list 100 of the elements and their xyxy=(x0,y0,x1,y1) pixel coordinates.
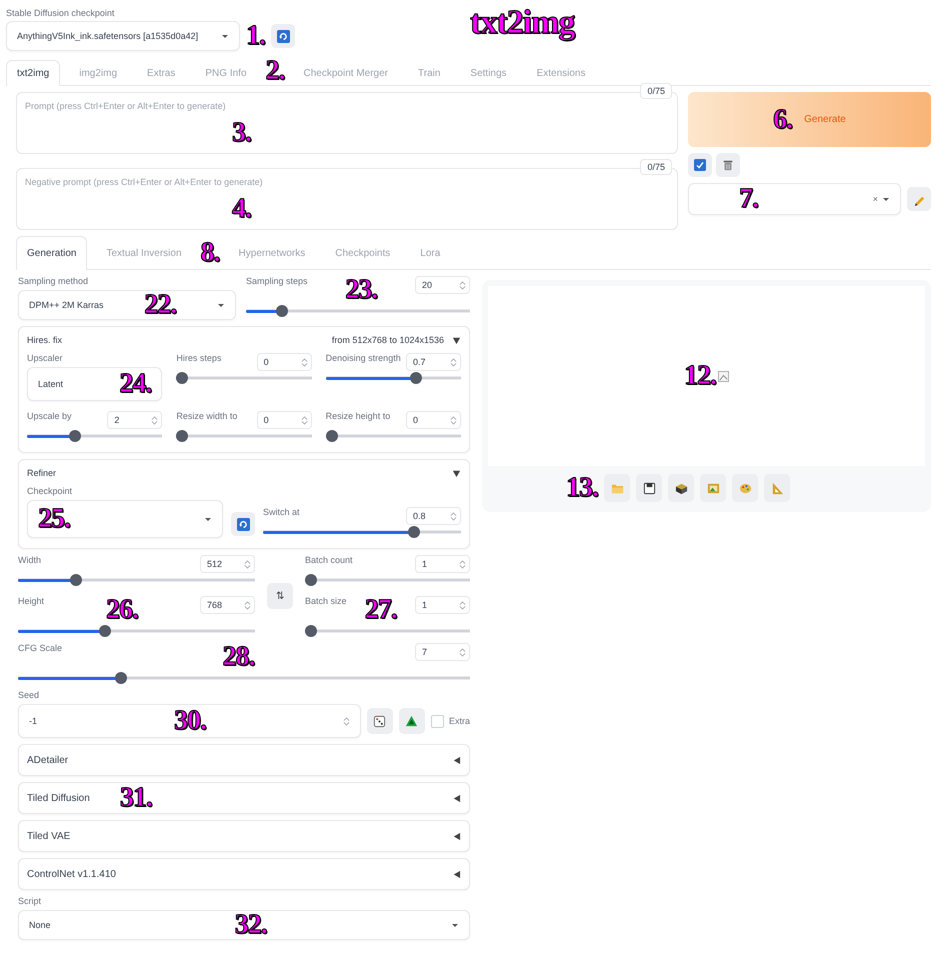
slider-thumb[interactable] xyxy=(68,430,81,442)
slider-thumb[interactable] xyxy=(176,430,188,442)
script-dropdown[interactable]: None 32. xyxy=(18,910,470,940)
triangle-icon[interactable] xyxy=(452,468,461,478)
refresh-button[interactable] xyxy=(271,24,295,48)
floppy-icon xyxy=(642,482,656,494)
number-field[interactable]: 7 xyxy=(414,643,470,661)
slider-label: CFG Scale xyxy=(18,643,62,653)
upscaler-dropdown[interactable]: Latent 24. xyxy=(27,367,162,401)
triangle-icon[interactable] xyxy=(452,336,461,344)
accordion-title: Tiled Diffusion xyxy=(27,792,90,804)
number-field[interactable]: 768 xyxy=(200,596,255,614)
slider-thumb[interactable] xyxy=(176,372,188,384)
triangle-ruler-icon xyxy=(770,482,784,494)
panel-title: Hires. fix xyxy=(27,335,64,345)
annotation-label: 8. xyxy=(200,238,220,266)
panel-title: Refiner xyxy=(27,468,58,478)
caret-icon xyxy=(204,515,212,523)
slider-label: Width xyxy=(18,555,42,565)
annotation-label: 22. xyxy=(144,291,176,319)
slider-label: Height xyxy=(18,596,44,606)
styles-dropdown[interactable]: 7. × xyxy=(688,183,901,215)
number-field[interactable]: 0 xyxy=(256,353,312,371)
annotation-label: 12. xyxy=(684,362,716,390)
accordion-title: ADetailer xyxy=(27,754,68,766)
refresh-icon xyxy=(236,518,250,530)
number-field[interactable]: 1 xyxy=(415,596,470,614)
slider-thumb[interactable] xyxy=(70,574,82,586)
random-seed-button[interactable] xyxy=(366,708,393,734)
seed-field[interactable]: -1 30. xyxy=(18,704,361,738)
annotation-label: 30. xyxy=(174,707,206,735)
annotation-label: 7. xyxy=(739,185,758,213)
tab[interactable]: txt2img xyxy=(6,60,60,86)
annotation-label: 27. xyxy=(364,596,397,624)
slider-label: Switch at xyxy=(263,507,300,517)
slider-thumb[interactable] xyxy=(276,305,288,317)
annotation-label: 24. xyxy=(119,370,152,398)
delete-button[interactable] xyxy=(716,153,740,177)
slider-label: Batch count xyxy=(305,555,353,565)
slider-thumb[interactable] xyxy=(114,672,127,684)
annotation-label: 25. xyxy=(38,505,70,533)
checkbox-icon xyxy=(694,159,706,171)
accordion-title: Tiled VAE xyxy=(27,830,70,842)
field-label: Seed xyxy=(18,690,40,700)
accordion-header[interactable]: ADetailer xyxy=(18,744,470,776)
annotation-label: 28. xyxy=(222,643,254,671)
apply-styles-button[interactable] xyxy=(688,153,712,177)
field-label: Upscaler xyxy=(27,353,64,363)
annotation-label: 1. xyxy=(246,22,265,50)
slider-label: Resize height to xyxy=(326,411,390,421)
zip-button[interactable] xyxy=(668,474,694,502)
checkpoint-dropdown[interactable]: 25. xyxy=(27,500,223,538)
checkpoint-dropdown[interactable]: AnythingV5Ink_ink.safetensors [a1535d0a42] xyxy=(6,21,240,51)
number-field[interactable]: 0.7 xyxy=(406,353,461,371)
trash-icon xyxy=(722,159,734,171)
slider-label: Upscale by xyxy=(27,411,72,421)
slider-thumb[interactable] xyxy=(326,430,338,442)
annotation-label: 2. xyxy=(266,57,285,85)
recycle-icon xyxy=(405,714,418,728)
number-field[interactable]: 0.8 xyxy=(406,507,461,525)
accordion-header[interactable]: Tiled Diffusion 31. xyxy=(18,782,470,814)
extra-checkbox[interactable] xyxy=(430,714,444,728)
sampler-dropdown[interactable]: DPM++ 2M Karras 22. xyxy=(18,290,236,320)
accordion-header[interactable]: Tiled VAE xyxy=(18,820,470,852)
box-icon xyxy=(674,482,688,494)
accordion-header[interactable]: ControlNet v1.1.410 xyxy=(18,858,470,890)
slider-thumb[interactable] xyxy=(305,625,317,637)
annotation-label: 32. xyxy=(234,911,267,939)
reuse-seed-button[interactable] xyxy=(398,708,425,734)
save-button[interactable] xyxy=(636,474,662,502)
refresh-icon xyxy=(276,30,290,42)
caret-icon xyxy=(221,32,229,40)
slider-thumb[interactable] xyxy=(408,526,420,538)
caret-icon xyxy=(217,301,225,309)
annotation-label: 23. xyxy=(345,276,378,304)
field-label: Script xyxy=(18,896,42,906)
slider-thumb[interactable] xyxy=(99,625,111,637)
framed-picture-icon xyxy=(706,482,720,494)
resize-summary: from 512x768 to 1024x1536 xyxy=(332,335,444,345)
field-label: Checkpoint xyxy=(27,486,74,496)
slider-thumb[interactable] xyxy=(410,372,422,384)
number-field[interactable]: 512 xyxy=(200,555,255,573)
token-counter: 0/75 xyxy=(640,83,672,99)
slider-thumb[interactable] xyxy=(305,574,317,586)
number-field[interactable]: 1 xyxy=(415,555,470,573)
number-field[interactable]: 0 xyxy=(406,411,461,429)
swap-button[interactable]: ⇅ xyxy=(267,583,293,609)
tab[interactable]: Generation xyxy=(16,236,88,270)
slider-label: Resize width to xyxy=(176,411,238,421)
number-field[interactable]: 20 xyxy=(414,276,470,294)
palette-icon xyxy=(738,482,752,494)
annotation-label: txt2img xyxy=(470,6,574,40)
annotation-label: 4. xyxy=(232,195,251,223)
accordion-title: ControlNet v1.1.410 xyxy=(27,868,116,880)
annotation-label: 26. xyxy=(106,596,138,624)
refresh-button[interactable] xyxy=(231,512,255,536)
annotation-label: 31. xyxy=(120,784,152,812)
number-field[interactable]: 0 xyxy=(256,411,312,429)
caret-icon xyxy=(450,921,459,929)
number-field[interactable]: 2 xyxy=(107,411,162,429)
